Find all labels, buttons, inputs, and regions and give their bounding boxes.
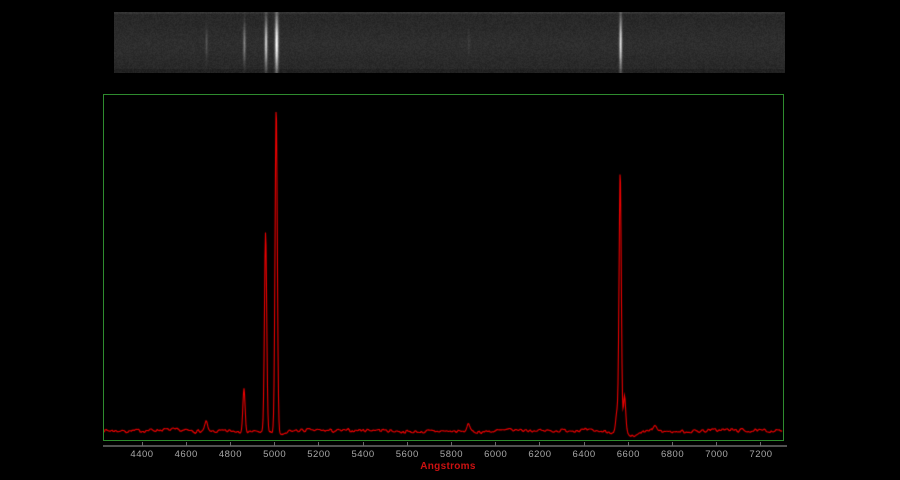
x-tick	[495, 442, 496, 446]
x-tick-label: 6000	[474, 449, 518, 460]
x-tick	[274, 442, 275, 446]
x-tick	[451, 442, 452, 446]
x-tick	[584, 442, 585, 446]
x-tick-label: 5000	[253, 449, 297, 460]
x-tick-label: 6400	[562, 449, 606, 460]
x-tick	[407, 442, 408, 446]
x-tick-label: 5800	[429, 449, 473, 460]
x-tick	[318, 442, 319, 446]
2d-spectrum-strip	[114, 12, 785, 73]
x-tick-label: 4400	[120, 449, 164, 460]
x-tick	[628, 442, 629, 446]
x-tick	[539, 442, 540, 446]
x-tick-label: 4800	[208, 449, 252, 460]
x-tick-label: 5200	[297, 449, 341, 460]
x-tick	[760, 442, 761, 446]
x-tick-label: 6600	[606, 449, 650, 460]
1d-spectrum-plot	[104, 95, 783, 440]
spectrum-viewer: 4400460048005000520054005600580060006200…	[0, 0, 900, 480]
x-tick	[186, 442, 187, 446]
x-tick	[716, 442, 717, 446]
x-tick-label: 4600	[164, 449, 208, 460]
x-axis-title: Angstroms	[398, 461, 498, 472]
x-tick-label: 6800	[651, 449, 695, 460]
x-tick-label: 7000	[695, 449, 739, 460]
x-axis-line	[103, 445, 787, 447]
x-tick-label: 6200	[518, 449, 562, 460]
x-tick-label: 5400	[341, 449, 385, 460]
x-tick	[363, 442, 364, 446]
1d-spectrum-plot-frame	[103, 94, 784, 441]
x-tick-label: 5600	[385, 449, 429, 460]
x-tick-label: 7200	[739, 449, 783, 460]
x-tick	[230, 442, 231, 446]
x-tick	[672, 442, 673, 446]
x-tick	[142, 442, 143, 446]
